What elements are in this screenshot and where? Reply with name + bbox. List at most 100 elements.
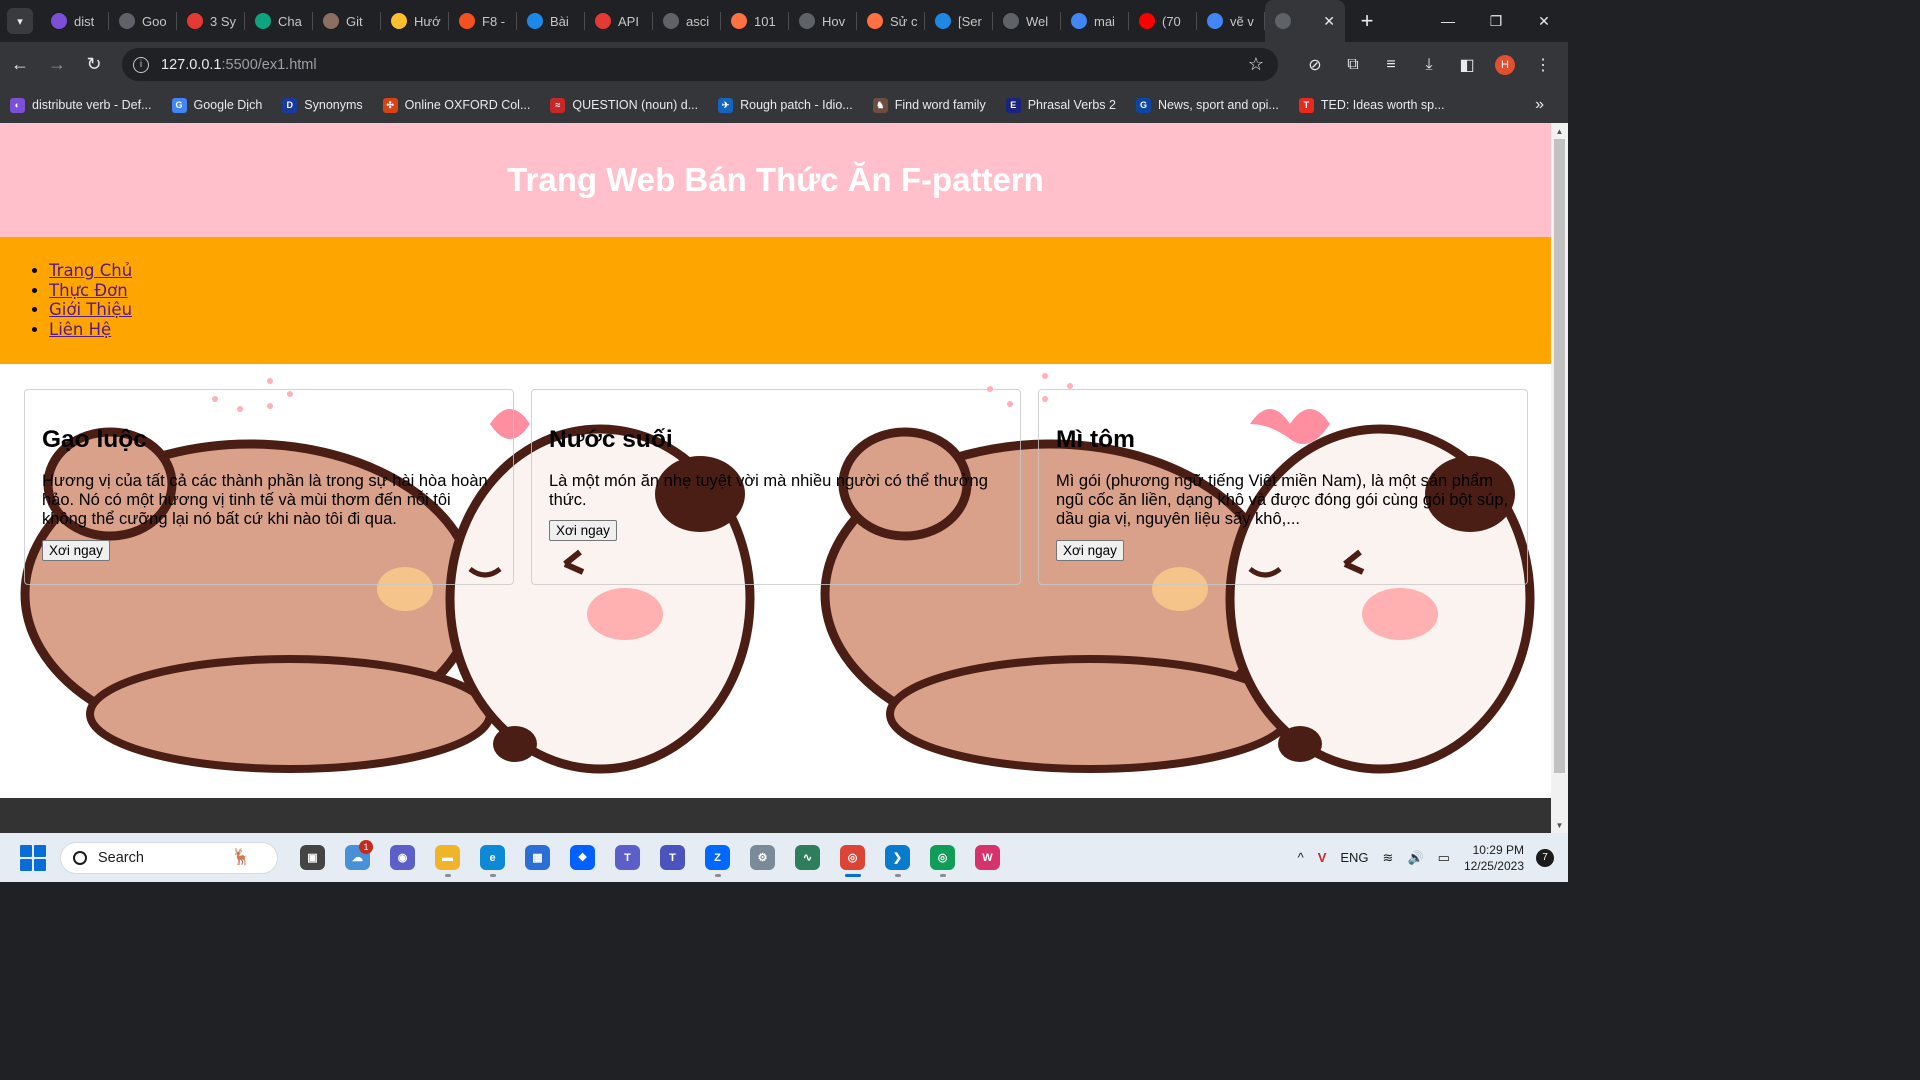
browser-tab[interactable]: F8 -	[449, 0, 517, 42]
close-window-button[interactable]: ✕	[1520, 0, 1568, 42]
nav-link-contact[interactable]: Liên Hệ	[49, 320, 111, 339]
media-control-icon[interactable]: ≡	[1374, 48, 1408, 82]
browser-tab[interactable]: Hov	[789, 0, 857, 42]
app-w-icon: W	[975, 845, 1000, 870]
scroll-up-icon[interactable]: ▲	[1551, 123, 1568, 139]
bookmarks-overflow-icon[interactable]: »	[1535, 96, 1544, 114]
antivirus-tray-icon[interactable]: V	[1318, 850, 1327, 865]
bookmark-item[interactable]: G News, sport and opi...	[1135, 97, 1279, 113]
taskbar-app-activity[interactable]: ∿	[785, 838, 830, 878]
reload-button[interactable]: ↻	[77, 48, 111, 82]
bookmark-label: distribute verb - Def...	[32, 98, 152, 112]
chrome-icon	[119, 13, 135, 29]
browser-tab[interactable]: mai	[1061, 0, 1129, 42]
nav-link-menu[interactable]: Thực Đơn	[49, 281, 128, 300]
address-bar[interactable]: i 127.0.0.1:5500/ex1.html ☆	[122, 48, 1278, 81]
browser-tab[interactable]: Sử c	[857, 0, 925, 42]
chat-icon: ◉	[390, 845, 415, 870]
bookmark-star-icon[interactable]: ☆	[1248, 54, 1264, 75]
bookmark-item[interactable]: E Phrasal Verbs 2	[1005, 97, 1116, 113]
clock[interactable]: 10:29 PM 12/25/2023	[1464, 842, 1524, 874]
extensions-icon[interactable]: ⧉	[1336, 48, 1370, 82]
browser-tab[interactable]: Goo	[109, 0, 177, 42]
browser-tab[interactable]: [Ser	[925, 0, 993, 42]
taskbar-app-store[interactable]: ▦	[515, 838, 560, 878]
browser-tab[interactable]: dist	[41, 0, 109, 42]
back-button[interactable]: ←	[3, 48, 37, 82]
notification-badge[interactable]: 7	[1536, 848, 1554, 867]
scrollbar-thumb[interactable]	[1554, 139, 1565, 773]
tray-overflow-icon[interactable]: ^	[1298, 850, 1304, 865]
bookmark-item[interactable]: G Google Dịch	[171, 97, 262, 113]
browser-tab[interactable]: Wel	[993, 0, 1061, 42]
taskbar-app-settings[interactable]: ⚙	[740, 838, 785, 878]
browser-tab[interactable]: asci	[653, 0, 721, 42]
bookmark-favicon-icon: E	[1005, 97, 1021, 113]
url-text[interactable]: 127.0.0.1:5500/ex1.html	[161, 57, 317, 73]
side-panel-icon[interactable]: ◧	[1450, 48, 1484, 82]
taskbar-app-teams[interactable]: T	[650, 838, 695, 878]
downloads-icon[interactable]: ⤓	[1412, 48, 1446, 82]
scroll-down-icon[interactable]: ▼	[1551, 817, 1568, 833]
menu-kebab-icon[interactable]: ⋮	[1526, 48, 1560, 82]
taskbar-search-label: Search	[98, 849, 144, 866]
maximize-button[interactable]: ❐	[1472, 0, 1520, 42]
bookmark-item[interactable]: ◐ distribute verb - Def...	[10, 97, 152, 113]
site-header: Trang Web Bán Thức Ăn F-pattern	[0, 123, 1551, 237]
forward-button[interactable]: →	[40, 48, 74, 82]
battery-icon[interactable]: ▭	[1438, 850, 1450, 866]
eat-now-button[interactable]: Xơi ngay	[549, 520, 617, 542]
taskbar-app-weather[interactable]: ☁ 1	[335, 838, 380, 878]
taskbar-app-vscode[interactable]: ❯	[875, 838, 920, 878]
taskbar-app-chrome[interactable]: ◎	[830, 838, 875, 878]
browser-tab[interactable]: 3 Sy	[177, 0, 245, 42]
taskbar-app-file-explorer[interactable]: ▬	[425, 838, 470, 878]
minimize-button[interactable]: —	[1424, 0, 1472, 42]
volume-icon[interactable]: 🔊	[1407, 850, 1423, 866]
browser-tab[interactable]: 101	[721, 0, 789, 42]
taskbar-app-edge[interactable]: e	[470, 838, 515, 878]
eat-now-button[interactable]: Xơi ngay	[1056, 539, 1124, 561]
bookmark-item[interactable]: D Synonyms	[282, 97, 363, 113]
active-tab[interactable]: ✕	[1265, 0, 1345, 42]
taskbar-app-zalo[interactable]: Z	[695, 838, 740, 878]
bookmark-item[interactable]: ✈ Rough patch - Idio...	[718, 97, 853, 113]
nav-link-about[interactable]: Giới Thiệu	[49, 300, 132, 319]
new-tab-button[interactable]: +	[1353, 7, 1381, 35]
wifi-icon[interactable]: ≋	[1383, 850, 1394, 866]
taskbar-search[interactable]: Search 🦌	[60, 841, 278, 874]
page-scrollbar[interactable]: ▲ ▼	[1551, 123, 1568, 833]
tab-search-button[interactable]: ▾	[7, 8, 33, 34]
browser-tab[interactable]: API	[585, 0, 653, 42]
browser-tab[interactable]: Hướ	[381, 0, 449, 42]
browser-tab[interactable]: Cha	[245, 0, 313, 42]
taskbar-app-teams-free[interactable]: T	[605, 838, 650, 878]
language-indicator[interactable]: ENG	[1340, 850, 1368, 865]
site-info-icon[interactable]: i	[133, 56, 149, 73]
taskbar-app-app-w[interactable]: W	[965, 838, 1010, 878]
bookmark-item[interactable]: ♞ Find word family	[872, 97, 986, 113]
nav-link-home[interactable]: Trang Chủ	[49, 261, 132, 280]
bookmark-item[interactable]: ✣ Online OXFORD Col...	[382, 97, 530, 113]
performance-icon[interactable]: ⊘	[1298, 48, 1332, 82]
card-title: Nước suối	[549, 426, 673, 453]
browser-tab[interactable]: vẽ v	[1197, 0, 1265, 42]
close-tab-icon[interactable]: ✕	[1323, 13, 1335, 30]
bookmark-favicon-icon: ✈	[718, 97, 734, 113]
browser-tab[interactable]: (70	[1129, 0, 1197, 42]
taskbar-app-task-view[interactable]: ▣	[290, 838, 335, 878]
bookmark-item[interactable]: T TED: Ideas worth sp...	[1298, 97, 1445, 113]
profile-avatar[interactable]: H	[1495, 54, 1515, 75]
browser-tab[interactable]: Git	[313, 0, 381, 42]
nav-item: Thực Đơn	[49, 281, 1551, 301]
taskbar-app-chrome-profile[interactable]: ◎	[920, 838, 965, 878]
eat-now-button[interactable]: Xơi ngay	[42, 539, 110, 561]
bookmark-favicon-icon: D	[282, 97, 298, 113]
taskbar-app-chat[interactable]: ◉	[380, 838, 425, 878]
windows-taskbar: Search 🦌 ▣ ☁ 1 ◉ ▬ e ▦ ❖ T T Z ⚙ ∿ ◎ ❯ ◎ W ^ V ENG ≋ 🔊 ▭…	[0, 833, 1568, 882]
taskbar-app-dropbox[interactable]: ❖	[560, 838, 605, 878]
youtube-icon	[1139, 13, 1155, 29]
bookmark-item[interactable]: ≈ QUESTION (noun) d...	[550, 97, 698, 113]
browser-tab[interactable]: Bài	[517, 0, 585, 42]
start-button[interactable]	[20, 844, 46, 871]
